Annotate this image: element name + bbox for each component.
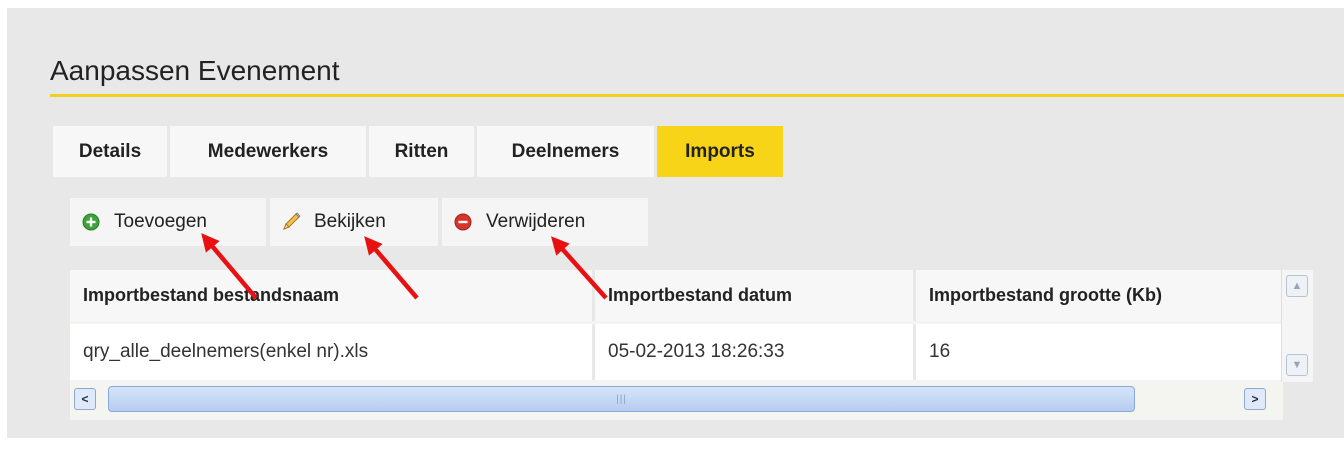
scroll-right-icon[interactable]: > bbox=[1244, 388, 1266, 410]
toolbar: Toevoegen Bekijken Verwijderen bbox=[70, 198, 652, 246]
scroll-down-icon[interactable]: ▼ bbox=[1286, 354, 1308, 376]
grid-header: Importbestand bestandsnaam Importbestand… bbox=[70, 270, 1281, 321]
scroll-up-icon[interactable]: ▲ bbox=[1286, 275, 1308, 297]
scroll-left-icon[interactable]: < bbox=[74, 388, 96, 410]
title-underline bbox=[50, 94, 1344, 97]
tab-medewerkers[interactable]: Medewerkers bbox=[170, 126, 366, 177]
tab-bar: Details Medewerkers Ritten Deelnemers Im… bbox=[53, 126, 786, 177]
delete-button-label: Verwijderen bbox=[486, 211, 586, 232]
table-row[interactable]: qry_alle_deelnemers(enkel nr).xls 05-02-… bbox=[70, 324, 1281, 380]
delete-button[interactable]: Verwijderen bbox=[442, 198, 648, 246]
add-button[interactable]: Toevoegen bbox=[70, 198, 266, 246]
tab-imports[interactable]: Imports bbox=[657, 126, 783, 177]
imports-grid: Importbestand bestandsnaam Importbestand… bbox=[70, 270, 1313, 420]
tab-deelnemers[interactable]: Deelnemers bbox=[477, 126, 654, 177]
view-button-label: Bekijken bbox=[314, 211, 386, 232]
cell-size: 16 bbox=[929, 341, 951, 362]
cell-date: 05-02-2013 18:26:33 bbox=[595, 324, 916, 380]
scroll-thumb[interactable]: ||| bbox=[108, 386, 1135, 412]
view-button[interactable]: Bekijken bbox=[270, 198, 438, 246]
column-header-filename[interactable]: Importbestand bestandsnaam bbox=[70, 270, 595, 321]
cell-filename: qry_alle_deelnemers(enkel nr).xls bbox=[70, 324, 595, 380]
column-header-date[interactable]: Importbestand datum bbox=[595, 270, 916, 321]
page-title: Aanpassen Evenement bbox=[50, 55, 340, 86]
tab-details[interactable]: Details bbox=[53, 126, 167, 177]
horizontal-scrollbar[interactable]: < ||| > bbox=[70, 384, 1283, 417]
column-header-size[interactable]: Importbestand grootte (Kb) bbox=[916, 270, 1281, 321]
tab-ritten[interactable]: Ritten bbox=[369, 126, 474, 177]
vertical-scrollbar[interactable]: ▲ ▼ bbox=[1281, 270, 1313, 382]
add-button-label: Toevoegen bbox=[114, 211, 207, 232]
pencil-icon bbox=[280, 211, 302, 233]
minus-circle-icon bbox=[452, 211, 474, 233]
plus-circle-icon bbox=[80, 211, 102, 233]
